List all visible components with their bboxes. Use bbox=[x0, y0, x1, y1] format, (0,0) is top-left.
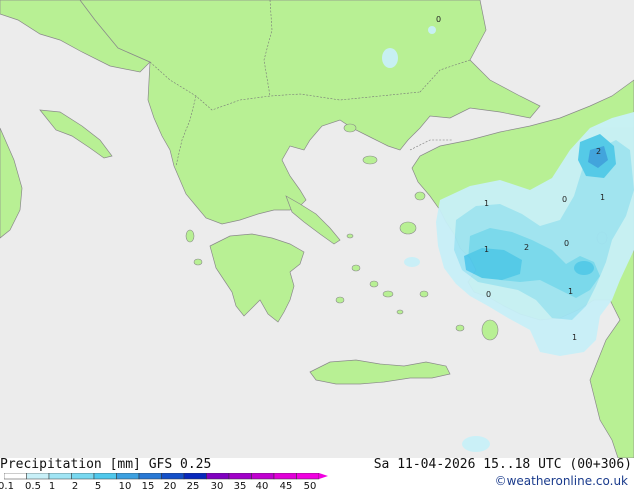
color-scale-cell bbox=[273, 473, 297, 480]
color-scale-tick: 35 bbox=[233, 481, 247, 492]
model-name: GFS 0.25 bbox=[148, 457, 212, 472]
valid-time: Sa 11-04-2026 15..18 UTC (00+306) bbox=[373, 457, 632, 472]
color-scale-tick: 2 bbox=[71, 481, 79, 492]
color-scale-bar bbox=[4, 473, 328, 480]
color-scale-cell bbox=[161, 473, 185, 480]
color-scale-tick: 30 bbox=[210, 481, 224, 492]
precip-label: 0 bbox=[564, 239, 569, 248]
color-scale-tick: 20 bbox=[163, 481, 177, 492]
color-scale-tick: 10 bbox=[118, 481, 132, 492]
color-scale-cell bbox=[71, 473, 95, 480]
color-scale-tick: 15 bbox=[141, 481, 155, 492]
site-credit[interactable]: ©weatheronline.co.uk bbox=[495, 474, 628, 488]
precip-label: 0 bbox=[436, 15, 441, 24]
precip-label: 1 bbox=[484, 245, 489, 254]
precip-label: 2 bbox=[524, 243, 529, 252]
color-scale-arrow bbox=[319, 473, 328, 479]
footer: Precipitation [mm] GFS 0.25 Sa 11-04-202… bbox=[0, 457, 634, 492]
precip-label: 1 bbox=[484, 199, 489, 208]
color-scale-cell bbox=[4, 473, 27, 480]
color-scale-cell bbox=[228, 473, 252, 480]
precip-label: 0 bbox=[486, 290, 491, 299]
color-scale-cell bbox=[48, 473, 72, 480]
color-scale-cell bbox=[206, 473, 230, 480]
color-scale-cell bbox=[183, 473, 207, 480]
color-scale-cell bbox=[26, 473, 50, 480]
precip-label: 1 bbox=[572, 333, 577, 342]
precip-label: 1 bbox=[568, 287, 573, 296]
color-scale-tick: 25 bbox=[186, 481, 200, 492]
color-scale-tick: 40 bbox=[255, 481, 269, 492]
color-scale-cell bbox=[93, 473, 117, 480]
color-scale-tick: 45 bbox=[279, 481, 293, 492]
precip-label: 0 bbox=[562, 195, 567, 204]
color-scale-tick: 5 bbox=[94, 481, 102, 492]
product-label: Precipitation [mm] bbox=[0, 457, 141, 472]
product-title: Precipitation [mm] GFS 0.25 bbox=[0, 457, 211, 472]
precip-label: 2 bbox=[596, 147, 601, 156]
color-scale-tick: 0.5 bbox=[25, 481, 41, 492]
color-scale-cell bbox=[251, 473, 275, 480]
color-scale-cell bbox=[296, 473, 320, 480]
color-scale-tick: 0.1 bbox=[0, 481, 14, 492]
precipitation-map: 1 2 1 0 1 2 0 1 0 1 0 bbox=[0, 0, 634, 459]
color-scale-tick: 50 bbox=[303, 481, 317, 492]
color-scale-cell bbox=[138, 473, 162, 480]
color-scale-tick: 1 bbox=[48, 481, 56, 492]
precip-label: 1 bbox=[600, 193, 605, 202]
color-scale-cell bbox=[116, 473, 140, 480]
